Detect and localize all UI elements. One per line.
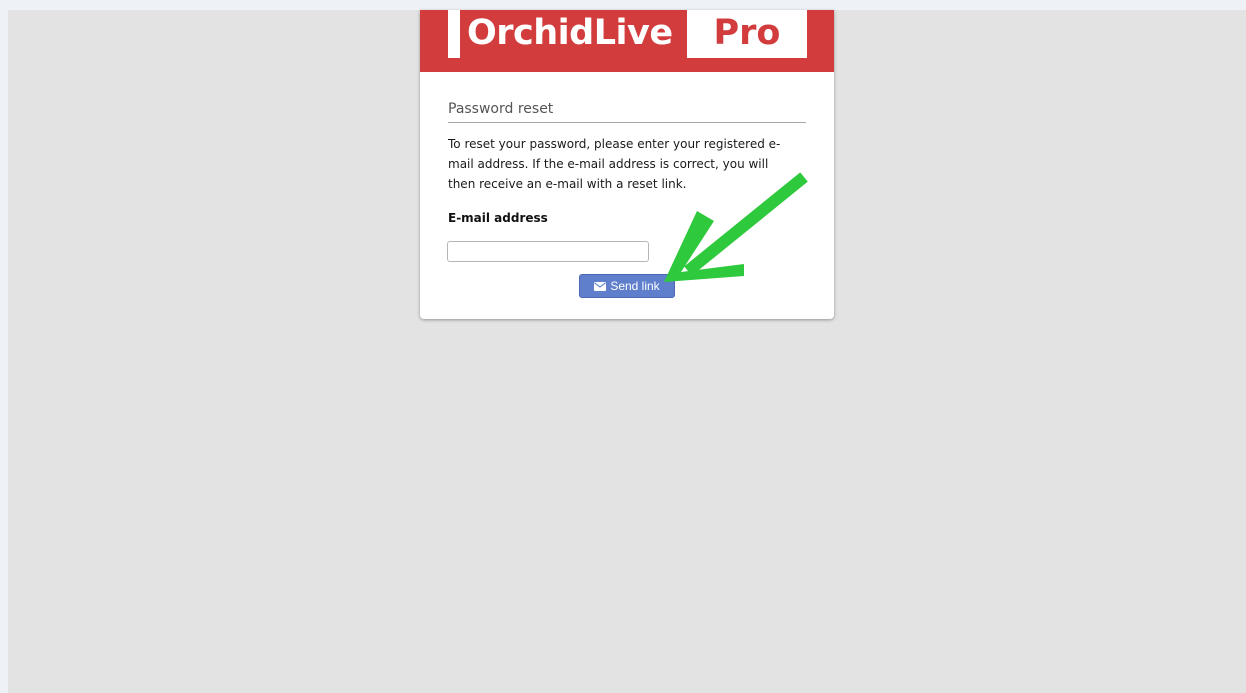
logo-pro-box: Pro	[687, 10, 807, 58]
send-link-button[interactable]: Send link	[579, 274, 675, 298]
envelope-icon	[594, 281, 607, 291]
email-input[interactable]	[447, 241, 649, 262]
email-label: E-mail address	[448, 211, 548, 225]
section-title: Password reset	[448, 99, 806, 123]
send-link-label: Send link	[610, 279, 660, 293]
reset-instructions: To reset your password, please enter you…	[448, 137, 781, 191]
orchidlive-pro-logo: OrchidLive Pro	[448, 10, 807, 58]
logo-accent-bar	[448, 10, 460, 58]
brand-header: OrchidLive Pro	[420, 10, 834, 72]
password-reset-card: OrchidLive Pro Password reset To reset y…	[420, 10, 834, 319]
logo-text-pro: Pro	[713, 13, 781, 53]
logo-text-orchidlive: OrchidLive	[467, 13, 673, 53]
